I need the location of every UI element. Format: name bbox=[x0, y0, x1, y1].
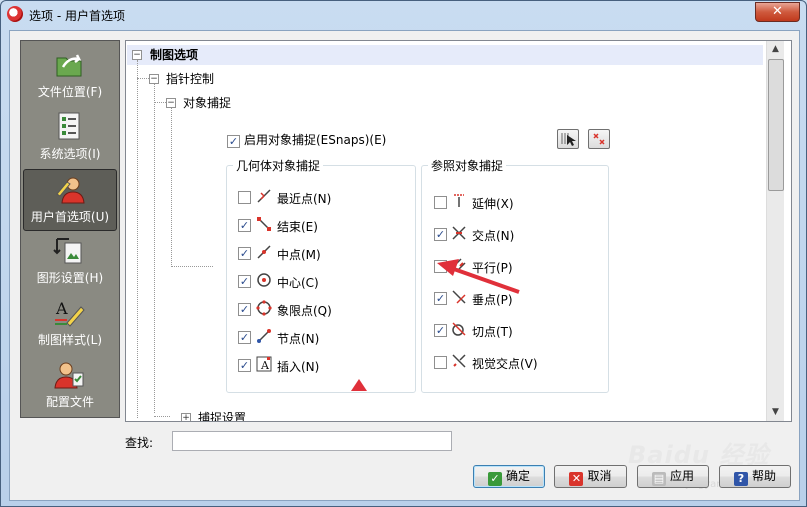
cancel-x-icon: ✕ bbox=[569, 472, 584, 486]
quadrant-checkbox[interactable]: ✓ bbox=[238, 303, 251, 316]
app-logo-icon bbox=[7, 6, 23, 22]
tree-node-snap-settings[interactable]: 捕捉设置 bbox=[198, 408, 246, 421]
tree-node-drafting-options[interactable]: 制图选项 bbox=[150, 45, 198, 65]
folder-arrow-icon bbox=[56, 54, 82, 77]
extension-checkbox[interactable] bbox=[434, 196, 447, 209]
draft-style-icon: A bbox=[55, 299, 85, 327]
clear-all-snaps-button[interactable] bbox=[588, 129, 610, 149]
cursor-grid-icon bbox=[561, 133, 576, 146]
enable-esnaps-label: 启用对象捕捉(ESnaps)(E) bbox=[244, 133, 387, 147]
quadrant-label: 象限点(Q) bbox=[277, 304, 332, 318]
search-label: 查找: bbox=[125, 436, 154, 450]
cancel-button[interactable]: ✕ 取消 bbox=[554, 465, 627, 488]
tree-guide-line bbox=[137, 60, 138, 418]
scrollbar-thumb[interactable] bbox=[768, 59, 784, 191]
tangent-icon bbox=[452, 322, 466, 336]
midpoint-checkbox[interactable]: ✓ bbox=[238, 247, 251, 260]
extension-icon bbox=[454, 194, 464, 207]
dialog-client-area: 文件位置(F) 系统选项(I) 用户首选项(U) 图形设置(H) A 制图样式(… bbox=[9, 30, 800, 501]
ok-button[interactable]: ✓ 确定 bbox=[473, 465, 545, 488]
annotation-triangle bbox=[351, 379, 367, 391]
node-checkbox[interactable]: ✓ bbox=[238, 331, 251, 344]
extension-label: 延伸(X) bbox=[472, 197, 514, 211]
apply-button[interactable]: ▤ 应用 bbox=[637, 465, 709, 488]
scroll-up-arrow-icon[interactable]: ▲ bbox=[767, 41, 784, 58]
insert-checkbox[interactable]: ✓ bbox=[238, 359, 251, 372]
user-pencil-icon bbox=[56, 177, 85, 204]
center-icon bbox=[257, 273, 271, 287]
clear-snaps-icon bbox=[593, 133, 605, 145]
svg-text:A: A bbox=[260, 359, 270, 372]
center-label: 中心(C) bbox=[277, 276, 319, 290]
intersection-icon bbox=[452, 226, 466, 240]
tree-node-pointer-control[interactable]: 指针控制 bbox=[166, 69, 214, 89]
geometry-group-title: 几何体对象捕捉 bbox=[236, 159, 321, 173]
category-sidebar: 文件位置(F) 系统选项(I) 用户首选项(U) 图形设置(H) A 制图样式(… bbox=[20, 40, 120, 418]
tangent-checkbox[interactable]: ✓ bbox=[434, 324, 447, 337]
tree-node-object-snap[interactable]: 对象捕捉 bbox=[183, 93, 231, 113]
insert-icon: A bbox=[256, 356, 272, 372]
tree-guide-line bbox=[171, 266, 213, 267]
center-checkbox[interactable]: ✓ bbox=[238, 275, 251, 288]
expand-toggle[interactable]: + bbox=[181, 413, 191, 421]
nearest-checkbox[interactable] bbox=[238, 191, 251, 204]
midpoint-icon bbox=[257, 245, 271, 259]
checkmark-icon: ✓ bbox=[487, 472, 502, 486]
insert-label: 插入(N) bbox=[277, 360, 320, 374]
title-bar[interactable]: 选项 - 用户首选项 ✕ bbox=[1, 1, 806, 29]
apparent-intersection-label: 视觉交点(V) bbox=[472, 357, 538, 371]
midpoint-label: 中点(M) bbox=[277, 248, 321, 262]
tree-guide-line bbox=[171, 107, 172, 267]
vertical-scrollbar[interactable]: ▲ ▼ bbox=[766, 41, 784, 421]
nearest-icon bbox=[257, 189, 271, 203]
nav-item-user-preferences[interactable]: 用户首选项(U) bbox=[23, 169, 117, 231]
nearest-label: 最近点(N) bbox=[277, 192, 332, 206]
svg-text:A: A bbox=[55, 299, 68, 318]
quadrant-icon bbox=[256, 300, 272, 316]
window-title: 选项 - 用户首选项 bbox=[29, 9, 125, 23]
help-question-icon: ? bbox=[733, 472, 748, 486]
collapse-toggle[interactable]: − bbox=[132, 50, 142, 60]
annotation-arrow bbox=[437, 259, 520, 294]
collapse-toggle[interactable]: − bbox=[166, 98, 176, 108]
apply-document-icon: ▤ bbox=[651, 472, 666, 486]
close-button[interactable]: ✕ bbox=[755, 2, 800, 22]
profile-user-icon bbox=[54, 362, 84, 389]
nav-item-drafting-style[interactable]: A 制图样式(L) bbox=[23, 293, 117, 353]
endpoint-checkbox[interactable]: ✓ bbox=[238, 219, 251, 232]
scroll-down-arrow-icon[interactable]: ▼ bbox=[767, 404, 784, 421]
intersection-label: 交点(N) bbox=[472, 229, 515, 243]
nav-item-system-options[interactable]: 系统选项(I) bbox=[23, 107, 117, 167]
reference-group-title: 参照对象捕捉 bbox=[431, 159, 504, 173]
help-button[interactable]: ? 帮助 bbox=[719, 465, 791, 488]
select-all-snaps-button[interactable] bbox=[557, 129, 579, 149]
node-label: 节点(N) bbox=[277, 332, 320, 346]
apparent-intersection-icon bbox=[452, 354, 466, 368]
checklist-icon bbox=[58, 112, 80, 140]
tree-guide-line bbox=[154, 416, 170, 417]
nav-item-file-locations[interactable]: 文件位置(F) bbox=[23, 45, 117, 105]
endpoint-label: 结束(E) bbox=[277, 220, 318, 234]
tree-guide-line bbox=[154, 84, 155, 413]
nav-item-profiles[interactable]: 配置文件 bbox=[23, 355, 117, 415]
collapse-toggle[interactable]: − bbox=[149, 74, 159, 84]
options-tree-panel: − 制图选项 − 指针控制 − 对象捕捉 + 捕捉设置 ✓ 启用对象捕捉(ESn… bbox=[125, 40, 792, 422]
endpoint-icon bbox=[257, 217, 271, 231]
node-icon bbox=[257, 329, 271, 343]
tree-selection-highlight bbox=[127, 45, 763, 65]
tangent-label: 切点(T) bbox=[472, 325, 513, 339]
search-input[interactable] bbox=[172, 431, 452, 451]
graphics-settings-icon bbox=[53, 238, 82, 264]
enable-esnaps-checkbox[interactable]: ✓ bbox=[227, 135, 240, 148]
intersection-checkbox[interactable]: ✓ bbox=[434, 228, 447, 241]
apparent-intersection-checkbox[interactable] bbox=[434, 356, 447, 369]
nav-item-graphics-settings[interactable]: 图形设置(H) bbox=[23, 231, 117, 291]
options-dialog: 选项 - 用户首选项 ✕ 文件位置(F) 系统选项(I) 用户首选项(U) 图形… bbox=[0, 0, 807, 507]
